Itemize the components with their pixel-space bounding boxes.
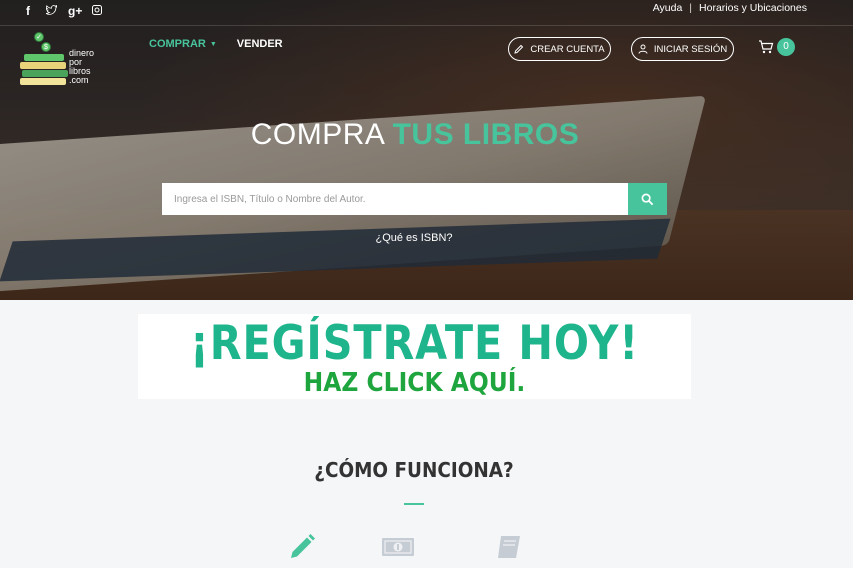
coin-icon: ✓ [34, 32, 44, 42]
register-banner[interactable]: ¡REGÍSTRATE HOY! HAZ CLICK AQUÍ. [138, 314, 691, 399]
search-input[interactable] [162, 183, 628, 215]
social-links: f g+ [22, 4, 103, 18]
top-links: Ayuda | Horarios y Ubicaciones [653, 2, 807, 14]
cart-count-badge[interactable]: 0 [777, 38, 795, 56]
pencil-icon [514, 44, 524, 54]
nav-buy-label: COMPRAR [149, 38, 206, 50]
google-plus-icon[interactable]: g+ [68, 4, 82, 18]
main-nav: COMPRAR ▼ VENDER [149, 38, 283, 50]
create-account-button[interactable]: CREAR CUENTA [508, 37, 611, 61]
book-stack-icon [22, 70, 68, 77]
book-stack-icon [20, 78, 66, 85]
nav-buy[interactable]: COMPRAR ▼ [149, 38, 217, 50]
cart-icon [759, 40, 774, 54]
pencil-icon [291, 534, 315, 558]
logo-text: dinero por libros .com [69, 49, 94, 85]
twitter-icon[interactable] [45, 4, 58, 18]
search-button[interactable] [628, 183, 667, 215]
top-divider [0, 25, 853, 26]
create-account-label: CREAR CUENTA [530, 43, 605, 55]
logo-line: .com [69, 75, 89, 85]
banner-headline: ¡REGÍSTRATE HOY! [189, 316, 639, 371]
banner-subline: HAZ CLICK AQUÍ. [303, 368, 526, 398]
what-is-isbn-link[interactable]: ¿Qué es ISBN? [0, 232, 828, 244]
title-underline [404, 503, 424, 505]
how-it-works-title: ¿CÓMO FUNCIONA? [314, 458, 514, 482]
instagram-icon[interactable] [91, 4, 103, 18]
site-logo[interactable]: ✓ $ dinero por libros .com [20, 32, 100, 88]
book-stack-icon [24, 54, 64, 61]
hero-title-plain: COMPRA [250, 118, 393, 151]
top-links-separator: | [689, 2, 693, 14]
search-icon [641, 193, 654, 205]
facebook-icon[interactable]: f [22, 4, 34, 18]
hero-title-accent: TUS LIBROS [392, 118, 580, 151]
search-bar [162, 183, 667, 215]
nav-sell[interactable]: VENDER [237, 38, 283, 50]
hero-section: f g+ Ayuda | Horarios y Ubicaciones ✓ $ … [0, 0, 853, 300]
coin-icon: $ [41, 42, 51, 52]
banknote-icon [382, 538, 414, 556]
caret-down-icon: ▼ [209, 40, 217, 48]
hero-title: COMPRA TUS LIBROS [0, 118, 830, 152]
login-label: INICIAR SESIÓN [653, 43, 728, 55]
hours-locations-link[interactable]: Horarios y Ubicaciones [699, 2, 807, 14]
cart-button[interactable] [758, 39, 774, 60]
user-icon [638, 44, 648, 54]
book-icon [498, 536, 520, 558]
book-stack-icon [20, 62, 66, 69]
help-link[interactable]: Ayuda [653, 2, 683, 14]
login-button[interactable]: INICIAR SESIÓN [631, 37, 734, 61]
